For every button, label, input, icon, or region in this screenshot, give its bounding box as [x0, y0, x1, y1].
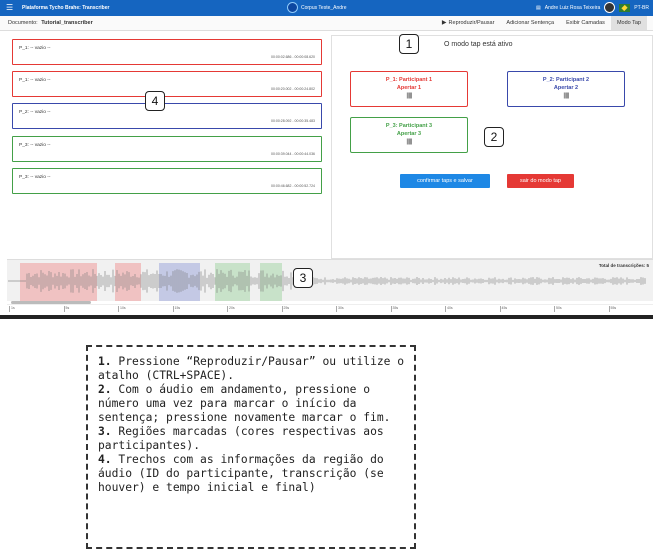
- callout-2: 2: [484, 127, 504, 147]
- participant-name: P_1: Participant 1: [385, 77, 433, 83]
- time-tick: 50s: [554, 306, 562, 312]
- user-icon: ▤: [536, 4, 541, 11]
- time-tick: 1s: [9, 306, 15, 312]
- instructions-legend: 1. Pressione “Reproduzir/Pausar” ou util…: [86, 345, 416, 549]
- participant-action: Apertar 2: [553, 85, 579, 91]
- menu-icon[interactable]: ☰: [6, 3, 13, 12]
- time-tick: 30s: [336, 306, 344, 312]
- segment-time: 00:00:02.686 - 00:00:08.620: [271, 55, 315, 59]
- legend-num: 4.: [98, 453, 112, 466]
- brazil-flag-icon[interactable]: [619, 3, 631, 12]
- toolbar-actions: ▶ Reproduzir/Pausar Adicionar Sentença E…: [436, 16, 647, 30]
- segment-time: 00:00:20.002 - 00:00:24.802: [271, 87, 315, 91]
- tap-status-text: O modo tap está ativo: [444, 41, 513, 48]
- document-label: Documento:: [8, 20, 38, 26]
- participant-tap-box[interactable]: P_1: Participant 1 Apertar 1 |||||: [350, 71, 468, 107]
- document-info: Documento: Tutorial_transcriber: [8, 20, 93, 26]
- legend-text: Trechos com as informações da região do …: [98, 453, 384, 494]
- legend-num: 3.: [98, 425, 112, 438]
- segment-text: P_3: -- vazio --: [19, 143, 51, 148]
- confirm-taps-button[interactable]: confirmar taps e salvar: [400, 174, 490, 188]
- legend-text: Pressione “Reproduzir/Pausar” ou utilize…: [98, 355, 405, 382]
- total-transcriptions: Total de transcrições: 5: [598, 263, 649, 268]
- callout-1: 1: [399, 34, 419, 54]
- segment-text: P_1: -- vazio --: [19, 46, 51, 51]
- legend-num: 2.: [98, 383, 112, 396]
- callout-3: 3: [293, 268, 313, 288]
- segment-card[interactable]: P_2: -- vazio -- 00:00:28.092 - 00:00:35…: [12, 103, 322, 129]
- time-tick: 55s: [608, 306, 617, 312]
- app-header: ☰ Plataforma Tycho Brahe: Transcriber Co…: [0, 0, 653, 16]
- legend-item: 1. Pressione “Reproduzir/Pausar” ou util…: [98, 355, 406, 383]
- participant-action: Apertar 3: [396, 131, 422, 137]
- waveform-icon: |||||: [406, 93, 412, 99]
- participant-name: P_2: Participant 2: [542, 77, 590, 83]
- legend-item: 2. Com o áudio em andamento, pressione o…: [98, 383, 406, 425]
- segment-time: 00:00:28.092 - 00:00:35.483: [271, 119, 315, 123]
- segment-card[interactable]: P_3: -- vazio -- 00:00:39.044 - 00:00:44…: [12, 136, 322, 162]
- segment-text: P_3: -- vazio --: [19, 175, 51, 180]
- legend-text: Regiões marcadas (cores respectivas aos …: [98, 425, 384, 452]
- participant-tap-box[interactable]: P_2: Participant 2 Apertar 2 |||||: [507, 71, 625, 107]
- tap-mode-button[interactable]: Modo Tap: [610, 16, 647, 30]
- segment-card[interactable]: P_1: -- vazio -- 00:00:02.686 - 00:00:08…: [12, 39, 322, 65]
- segment-time: 00:00:46.682 - 00:00:52.724: [271, 184, 315, 188]
- waveform-icon: |||||: [406, 139, 412, 145]
- waveform-trace: [8, 269, 646, 293]
- play-pause-button[interactable]: ▶ Reproduzir/Pausar: [436, 16, 500, 30]
- audio-waveform[interactable]: Total de transcrições: 5: [7, 259, 653, 303]
- play-icon: ▶: [441, 20, 447, 26]
- os-taskbar: [0, 315, 653, 319]
- user-area: ▤ Andre Luiz Rosa Teixeira PT-BR: [536, 2, 649, 13]
- time-tick: 5s: [63, 306, 70, 312]
- language-label[interactable]: PT-BR: [634, 5, 649, 11]
- segment-card[interactable]: P_3: -- vazio -- 00:00:46.682 - 00:00:52…: [12, 168, 322, 194]
- segment-time: 00:00:39.044 - 00:00:44.036: [271, 152, 315, 156]
- callout-4: 4: [145, 91, 165, 111]
- corpus-label: Corpus Teste_Andre: [301, 4, 347, 11]
- document-name: Tutorial_transcriber: [41, 20, 93, 26]
- time-tick: 35s: [390, 306, 399, 312]
- participant-action: Apertar 1: [396, 85, 422, 91]
- show-layers-button[interactable]: Exibir Camadas: [560, 16, 611, 30]
- segment-card[interactable]: P_1: -- vazio -- 00:00:20.002 - 00:00:24…: [12, 71, 322, 97]
- legend-num: 1.: [98, 355, 112, 368]
- avatar[interactable]: [604, 2, 616, 13]
- document-toolbar: Documento: Tutorial_transcriber ▶ Reprod…: [0, 16, 653, 31]
- time-tick: 25s: [281, 306, 290, 312]
- user-name[interactable]: Andre Luiz Rosa Teixeira: [545, 5, 601, 11]
- add-sentence-button[interactable]: Adicionar Sentença: [500, 16, 560, 30]
- legend-item: 3. Regiões marcadas (cores respectivas a…: [98, 425, 406, 453]
- exit-tap-mode-button[interactable]: sair do modo tap: [507, 174, 574, 188]
- corpus-logo-icon: [287, 2, 298, 13]
- corpus-indicator: Corpus Teste_Andre: [287, 2, 347, 13]
- time-tick: 20s: [227, 306, 235, 312]
- legend-item: 4. Trechos com as informações da região …: [98, 453, 406, 495]
- play-pause-label: Reproduzir/Pausar: [448, 20, 495, 26]
- time-tick: 10s: [118, 306, 126, 312]
- segment-text: P_2: -- vazio --: [19, 110, 51, 115]
- segments-panel: P_1: -- vazio -- 00:00:02.686 - 00:00:08…: [7, 33, 322, 258]
- time-tick: 15s: [172, 306, 181, 312]
- participant-name: P_3: Participant 3: [385, 123, 433, 129]
- time-tick: 40s: [445, 306, 453, 312]
- segment-text: P_1: -- vazio --: [19, 78, 51, 83]
- time-tick: 45s: [499, 306, 508, 312]
- waveform-icon: |||||: [563, 93, 569, 99]
- app-title: Plataforma Tycho Brahe: Transcriber: [22, 5, 110, 11]
- participant-tap-box[interactable]: P_3: Participant 3 Apertar 3 |||||: [350, 117, 468, 153]
- legend-text: Com o áudio em andamento, pressione o nú…: [98, 383, 391, 424]
